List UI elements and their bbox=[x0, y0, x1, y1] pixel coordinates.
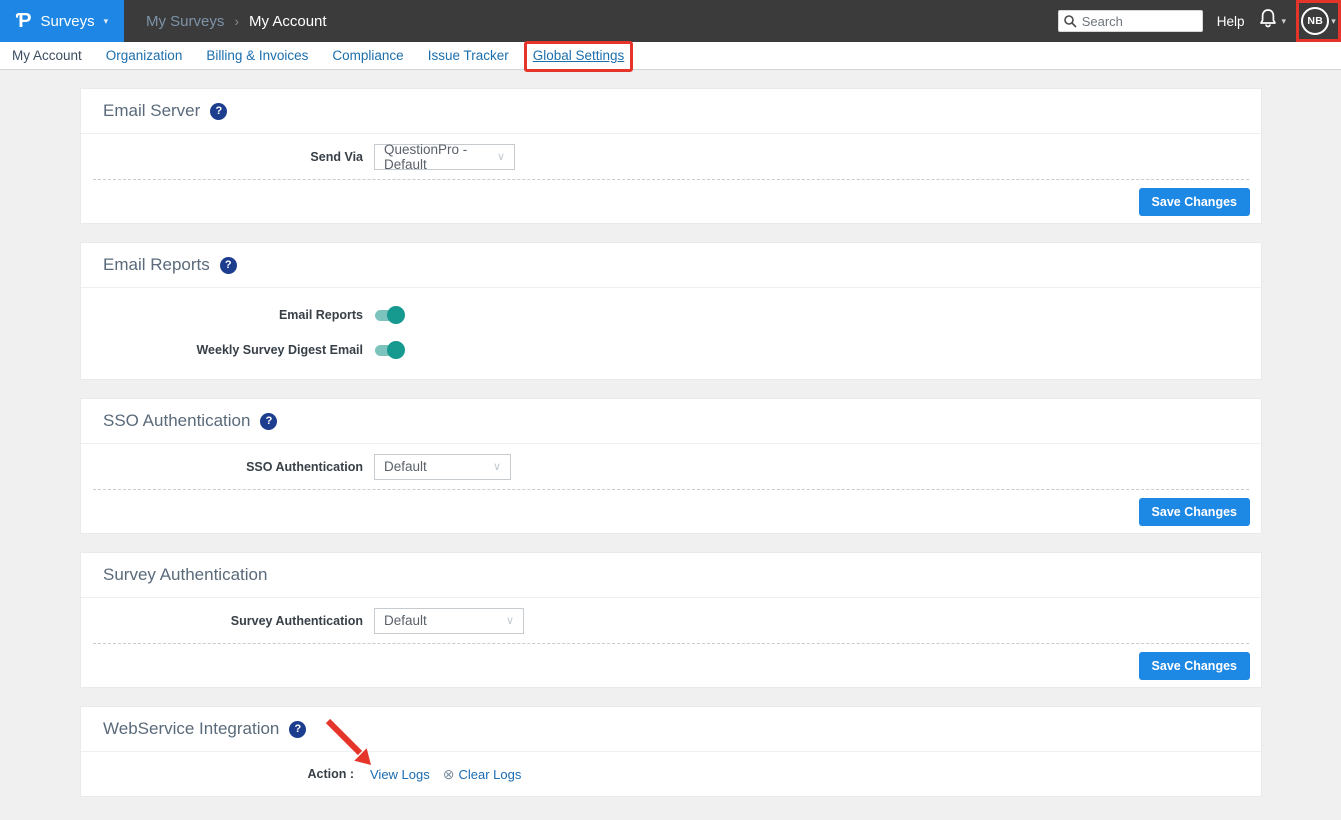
email-reports-toggle-row: Email Reports bbox=[81, 297, 1261, 332]
chevron-down-icon: ∨ bbox=[506, 614, 514, 627]
product-name: Surveys bbox=[40, 13, 94, 30]
email-reports-body: Email Reports Weekly Survey Digest Email bbox=[81, 288, 1261, 379]
tab-global-settings[interactable]: Global Settings bbox=[533, 48, 625, 63]
help-icon[interactable]: ? bbox=[220, 257, 237, 274]
survey-auth-footer: Save Changes bbox=[81, 644, 1261, 687]
send-via-label: Send Via bbox=[81, 150, 363, 164]
search-icon bbox=[1063, 14, 1077, 33]
bell-icon bbox=[1258, 8, 1278, 34]
clear-logs-label: Clear Logs bbox=[458, 767, 521, 782]
view-logs-link[interactable]: View Logs bbox=[370, 767, 430, 782]
card-title: SSO Authentication bbox=[103, 411, 250, 431]
tab-issue-tracker[interactable]: Issue Tracker bbox=[428, 48, 509, 63]
email-server-header: Email Server ? bbox=[81, 89, 1261, 134]
toggle-knob bbox=[387, 306, 405, 324]
email-server-footer: Save Changes bbox=[81, 180, 1261, 223]
email-reports-toggle[interactable] bbox=[375, 306, 405, 324]
topbar-right: Help ▾ NB ▾ bbox=[1058, 0, 1341, 42]
weekly-digest-toggle-label: Weekly Survey Digest Email bbox=[81, 343, 363, 357]
weekly-digest-toggle[interactable] bbox=[375, 341, 405, 359]
questionpro-logo-icon: Ƥ bbox=[16, 11, 32, 31]
help-icon[interactable]: ? bbox=[289, 721, 306, 738]
survey-auth-label: Survey Authentication bbox=[81, 614, 363, 628]
topbar: Ƥ Surveys ▾ My Surveys › My Account Help… bbox=[0, 0, 1341, 42]
avatar[interactable]: NB bbox=[1301, 7, 1329, 35]
account-tabbar: My Account Organization Billing & Invoic… bbox=[0, 42, 1341, 70]
breadcrumb-separator: › bbox=[234, 13, 239, 29]
help-icon[interactable]: ? bbox=[260, 413, 277, 430]
global-settings-page: Email Server ? Send Via QuestionPro - De… bbox=[0, 70, 1341, 797]
save-changes-button[interactable]: Save Changes bbox=[1139, 498, 1250, 526]
webservice-integration-card: WebService Integration ? Action : View L… bbox=[80, 706, 1262, 797]
sso-header: SSO Authentication ? bbox=[81, 399, 1261, 444]
webservice-header: WebService Integration ? bbox=[81, 707, 1261, 752]
card-title: WebService Integration bbox=[103, 719, 279, 739]
account-menu-annotated[interactable]: NB ▾ bbox=[1296, 0, 1341, 42]
chevron-down-icon: ▾ bbox=[104, 17, 109, 26]
tab-my-account[interactable]: My Account bbox=[12, 48, 82, 63]
card-title: Email Server bbox=[103, 101, 200, 121]
chevron-down-icon: ▾ bbox=[1281, 17, 1286, 26]
sso-value: Default bbox=[384, 459, 427, 474]
action-label: Action : bbox=[81, 767, 354, 781]
survey-auth-row: Survey Authentication Default ∨ bbox=[81, 598, 1261, 643]
email-reports-toggle-label: Email Reports bbox=[81, 308, 363, 322]
card-title: Email Reports bbox=[103, 255, 210, 275]
search-input[interactable] bbox=[1058, 10, 1203, 32]
breadcrumb: My Surveys › My Account bbox=[146, 13, 327, 30]
chevron-down-icon: ▾ bbox=[1331, 17, 1336, 26]
breadcrumb-current: My Account bbox=[249, 13, 327, 30]
notifications-button[interactable]: ▾ bbox=[1258, 8, 1286, 34]
toggle-knob bbox=[387, 341, 405, 359]
webservice-action-row: Action : View Logs ⊗ Clear Logs bbox=[81, 752, 1261, 796]
search-box bbox=[1058, 10, 1203, 32]
tab-billing-invoices[interactable]: Billing & Invoices bbox=[206, 48, 308, 63]
tab-compliance[interactable]: Compliance bbox=[332, 48, 403, 63]
help-link[interactable]: Help bbox=[1217, 14, 1245, 29]
circled-x-icon: ⊗ bbox=[443, 766, 455, 783]
sso-row: SSO Authentication Default ∨ bbox=[81, 444, 1261, 489]
card-title: Survey Authentication bbox=[103, 565, 267, 585]
survey-auth-select[interactable]: Default ∨ bbox=[374, 608, 524, 634]
help-icon[interactable]: ? bbox=[210, 103, 227, 120]
chevron-down-icon: ∨ bbox=[497, 150, 505, 163]
send-via-select[interactable]: QuestionPro - Default ∨ bbox=[374, 144, 515, 170]
weekly-digest-toggle-row: Weekly Survey Digest Email bbox=[81, 332, 1261, 367]
product-switcher[interactable]: Ƥ Surveys ▾ bbox=[0, 0, 124, 42]
email-reports-card: Email Reports ? Email Reports Weekly Sur… bbox=[80, 242, 1262, 380]
survey-auth-value: Default bbox=[384, 613, 427, 628]
survey-authentication-card: Survey Authentication Survey Authenticat… bbox=[80, 552, 1262, 688]
email-server-card: Email Server ? Send Via QuestionPro - De… bbox=[80, 88, 1262, 224]
save-changes-button[interactable]: Save Changes bbox=[1139, 188, 1250, 216]
email-reports-header: Email Reports ? bbox=[81, 243, 1261, 288]
send-via-row: Send Via QuestionPro - Default ∨ bbox=[81, 134, 1261, 179]
tab-organization[interactable]: Organization bbox=[106, 48, 183, 63]
send-via-value: QuestionPro - Default bbox=[384, 142, 489, 172]
save-changes-button[interactable]: Save Changes bbox=[1139, 652, 1250, 680]
chevron-down-icon: ∨ bbox=[493, 460, 501, 473]
sso-footer: Save Changes bbox=[81, 490, 1261, 533]
sso-select[interactable]: Default ∨ bbox=[374, 454, 511, 480]
clear-logs-link[interactable]: ⊗ Clear Logs bbox=[443, 766, 522, 783]
survey-auth-header: Survey Authentication bbox=[81, 553, 1261, 598]
sso-label: SSO Authentication bbox=[81, 460, 363, 474]
sso-authentication-card: SSO Authentication ? SSO Authentication … bbox=[80, 398, 1262, 534]
breadcrumb-parent-link[interactable]: My Surveys bbox=[146, 13, 224, 30]
